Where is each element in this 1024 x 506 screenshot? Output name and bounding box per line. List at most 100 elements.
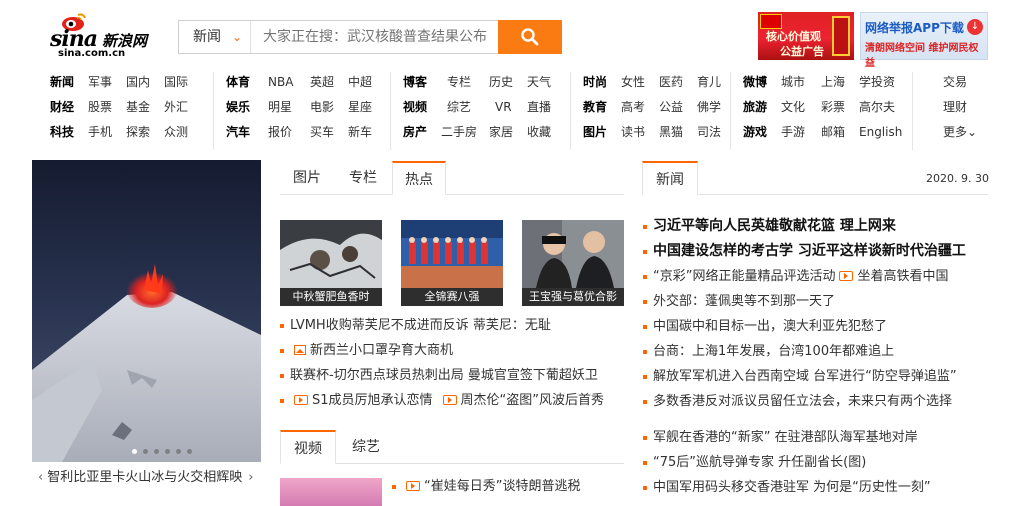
list-item[interactable]: 中国碳中和目标一出，澳大利亚先犯愁了 <box>641 314 1001 339</box>
nav-link[interactable]: 历史 <box>489 72 527 92</box>
list-item-text[interactable]: 周杰伦“盗图”风波后首秀 <box>461 393 604 408</box>
nav-link[interactable]: 探索 <box>126 122 164 142</box>
search-category-select[interactable]: 新闻 ⌄ <box>179 21 251 53</box>
list-item-text[interactable]: 联赛杯-切尔西点球员热刺出局 曼城官宣签下葡超妖卫 <box>290 368 598 383</box>
list-item-text[interactable]: LVMH收购蒂芙尼不成进而反诉 蒂芙尼：无耻 <box>290 318 551 333</box>
photo-thumb[interactable]: 全锦赛八强 <box>401 220 503 306</box>
list-item[interactable]: S1成员厉旭承认恋情 周杰伦“盗图”风波后首秀 <box>278 388 628 413</box>
nav-link[interactable]: 股票 <box>88 97 126 117</box>
tab-variety[interactable]: 综艺 <box>338 430 394 464</box>
nav-link[interactable]: NBA <box>268 72 310 92</box>
nav-link[interactable]: 买车 <box>310 122 348 142</box>
list-item-text[interactable]: 台商：上海1年发展，台湾100年都难追上 <box>653 344 894 359</box>
slideshow-caption[interactable]: ‹ 智利比亚里卡火山冰与火交相辉映 › <box>32 462 261 494</box>
nav-link[interactable]: 图片 <box>583 122 621 142</box>
slide-dot[interactable] <box>176 449 181 454</box>
banner-ad-core-values[interactable]: 核心价值观 公益广告 <box>758 12 854 60</box>
list-item-text[interactable]: S1成员厉旭承认恋情 <box>312 393 433 408</box>
nav-link[interactable]: 新闻 <box>50 72 88 92</box>
nav-link[interactable]: 高尔夫 <box>859 97 895 117</box>
nav-link[interactable]: 微博 <box>743 72 781 92</box>
nav-link[interactable]: 教育 <box>583 97 621 117</box>
tab-photos[interactable]: 图片 <box>280 161 334 195</box>
nav-link[interactable]: 房产 <box>403 122 441 142</box>
list-item[interactable]: LVMH收购蒂芙尼不成进而反诉 蒂芙尼：无耻 <box>278 313 628 338</box>
nav-link[interactable]: 明星 <box>268 97 310 117</box>
search-button[interactable] <box>498 20 562 54</box>
video-thumb[interactable] <box>280 478 382 506</box>
nav-link[interactable]: 时尚 <box>583 72 621 92</box>
nav-link[interactable]: 天气 <box>527 72 551 92</box>
next-arrow-icon[interactable]: › <box>248 470 253 485</box>
nav-link[interactable]: 视频 <box>403 97 447 117</box>
nav-link[interactable]: 女性 <box>621 72 659 92</box>
prev-arrow-icon[interactable]: ‹ <box>38 470 43 485</box>
list-item[interactable]: 解放军军机进入台西南空域 台军进行“防空导弹追监” <box>641 364 1001 389</box>
nav-link[interactable]: 国内 <box>126 72 164 92</box>
nav-link[interactable]: 邮箱 <box>821 122 859 142</box>
nav-link[interactable]: 英超 <box>310 72 348 92</box>
nav-link[interactable]: 医药 <box>659 72 697 92</box>
nav-link[interactable]: 旅游 <box>743 97 781 117</box>
tab-columns[interactable]: 专栏 <box>336 161 390 195</box>
list-item[interactable]: 台商：上海1年发展，台湾100年都难追上 <box>641 339 1001 364</box>
list-item-text[interactable]: 解放军军机进入台西南空域 台军进行“防空导弹追监” <box>653 369 957 384</box>
list-item-text[interactable]: “崔娃每日秀”谈特朗普逃税 <box>424 479 580 494</box>
nav-link[interactable]: 汽车 <box>226 122 268 142</box>
list-item[interactable]: 外交部：蓬佩奥等不到那一天了 <box>641 289 1001 314</box>
nav-link[interactable]: 城市 <box>781 72 821 92</box>
nav-link[interactable]: VR <box>495 97 527 117</box>
nav-link[interactable]: 上海 <box>821 72 859 92</box>
nav-link[interactable]: 新车 <box>348 122 372 142</box>
nav-link[interactable]: 博客 <box>403 72 447 92</box>
list-item[interactable]: “75后”巡航导弹专家 升任副省长(图) <box>641 450 1001 475</box>
nav-link[interactable]: 手机 <box>88 122 126 142</box>
search-input[interactable] <box>251 21 498 53</box>
list-item-text[interactable]: 坐着高铁看中国 <box>857 269 948 284</box>
nav-link[interactable]: 佛学 <box>697 97 721 117</box>
list-item-text[interactable]: “京彩”网络正能量精品评选活动 <box>653 269 835 284</box>
nav-link[interactable]: 军事 <box>88 72 126 92</box>
nav-link[interactable]: 游戏 <box>743 122 781 142</box>
slide-dot[interactable] <box>154 449 159 454</box>
slide-dot[interactable] <box>143 449 148 454</box>
nav-link[interactable]: 学投资 <box>859 72 895 92</box>
nav-link[interactable]: 外汇 <box>164 97 188 117</box>
list-item[interactable]: “崔娃每日秀”谈特朗普逃税 <box>390 474 630 499</box>
nav-link[interactable]: 专栏 <box>447 72 489 92</box>
list-item-text[interactable]: “75后”巡航导弹专家 升任副省长(图) <box>653 455 866 470</box>
nav-link[interactable]: 基金 <box>126 97 164 117</box>
nav-link[interactable]: 直播 <box>527 97 551 117</box>
nav-link[interactable]: English <box>859 122 902 142</box>
nav-link[interactable]: 国际 <box>164 72 188 92</box>
photo-slideshow[interactable]: ‹ 智利比亚里卡火山冰与火交相辉映 › <box>32 160 261 494</box>
tab-news[interactable]: 新闻 <box>642 161 698 195</box>
nav-link[interactable]: 星座 <box>348 97 372 117</box>
nav-link[interactable]: 司法 <box>697 122 721 142</box>
tab-hot[interactable]: 热点 <box>392 161 446 195</box>
list-item-text[interactable]: 中国建设怎样的考古学 习近平这样谈新时代治疆工 <box>653 243 966 259</box>
nav-link[interactable]: 科技 <box>50 122 88 142</box>
nav-link[interactable]: 综艺 <box>447 97 495 117</box>
list-item[interactable]: 新西兰小口罩孕育大商机 <box>278 338 628 363</box>
nav-link[interactable]: 二手房 <box>441 122 489 142</box>
nav-link[interactable]: 众测 <box>164 122 188 142</box>
nav-link[interactable]: 电影 <box>310 97 348 117</box>
list-item[interactable]: 中国建设怎样的考古学 习近平这样谈新时代治疆工 <box>641 239 1001 264</box>
nav-link[interactable]: 手游 <box>781 122 821 142</box>
list-item[interactable]: 多数香港反对派议员留任立法会，未来只有两个选择 <box>641 389 1001 414</box>
photo-thumb[interactable]: 王宝强与葛优合影 <box>522 220 624 306</box>
nav-link[interactable]: 公益 <box>659 97 697 117</box>
nav-link[interactable]: 读书 <box>621 122 659 142</box>
nav-link[interactable]: 中超 <box>348 72 372 92</box>
nav-link[interactable]: 报价 <box>268 122 310 142</box>
nav-link[interactable]: 高考 <box>621 97 659 117</box>
nav-link[interactable]: 育儿 <box>697 72 721 92</box>
list-item[interactable]: 联赛杯-切尔西点球员热刺出局 曼城官宣签下葡超妖卫 <box>278 363 628 388</box>
nav-link[interactable]: 黑猫 <box>659 122 697 142</box>
list-item-text[interactable]: 多数香港反对派议员留任立法会，未来只有两个选择 <box>653 394 952 409</box>
slide-dot[interactable] <box>165 449 170 454</box>
list-item[interactable]: 中国军用码头移交香港驻军 为何是“历史性一刻” <box>641 475 1001 500</box>
list-item[interactable]: 军舰在香港的“新家” 在驻港部队海军基地对岸 <box>641 425 1001 450</box>
list-item-text[interactable]: 习近平等向人民英雄敬献花篮 理上网来 <box>653 218 896 234</box>
